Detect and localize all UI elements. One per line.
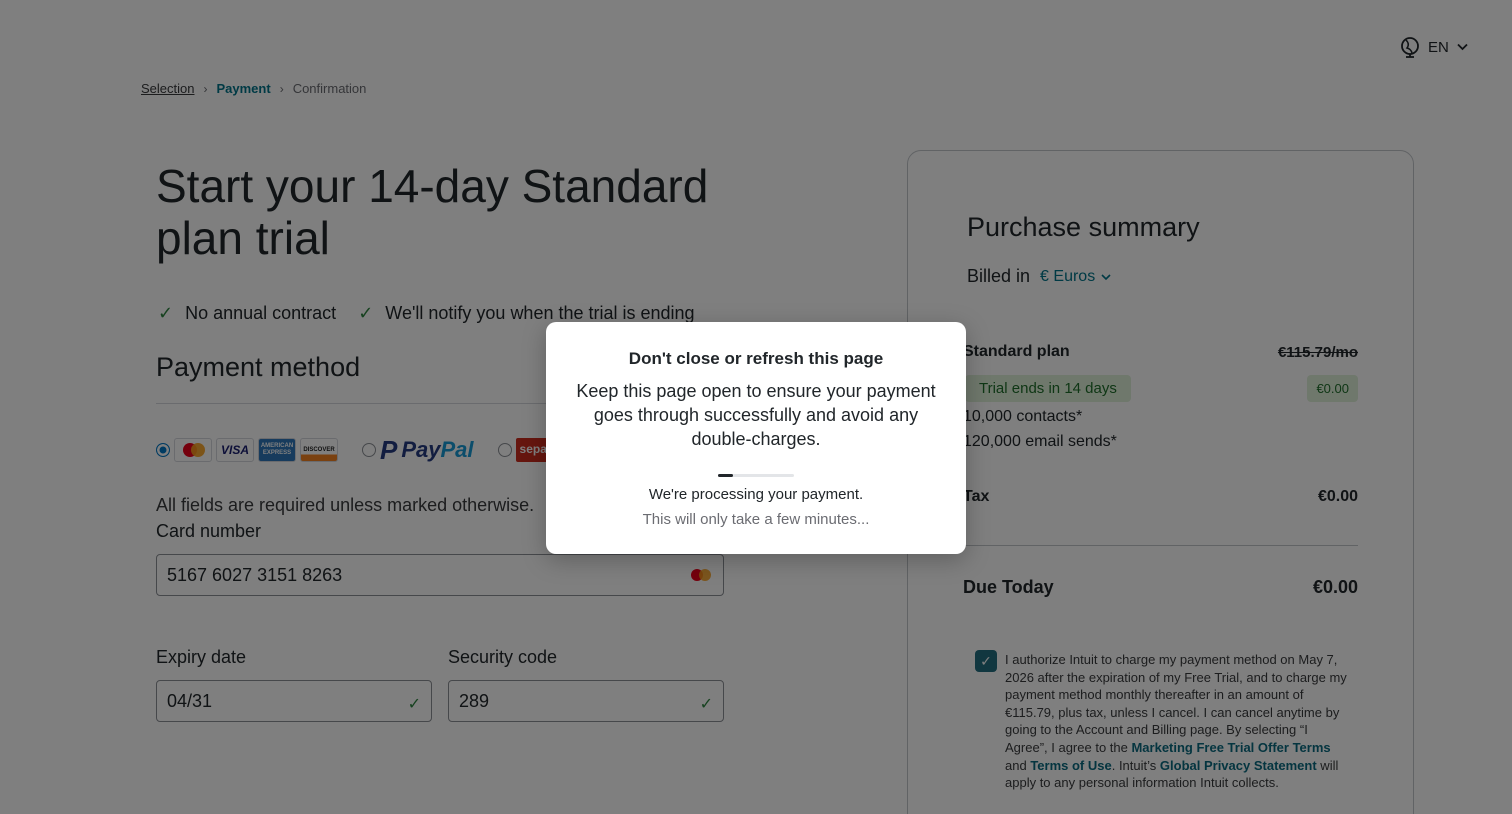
progress-bar-fill — [718, 474, 734, 477]
processing-subtext: This will only take a few minutes... — [642, 511, 870, 528]
processing-status: We're processing your payment. — [648, 486, 864, 503]
progress-bar — [718, 474, 794, 477]
dialog-message: Keep this page open to ensure your payme… — [576, 381, 936, 449]
dialog-title: Don't close or refresh this page — [628, 349, 884, 368]
processing-dialog: Don't close or refresh this page Keep th… — [546, 322, 966, 554]
